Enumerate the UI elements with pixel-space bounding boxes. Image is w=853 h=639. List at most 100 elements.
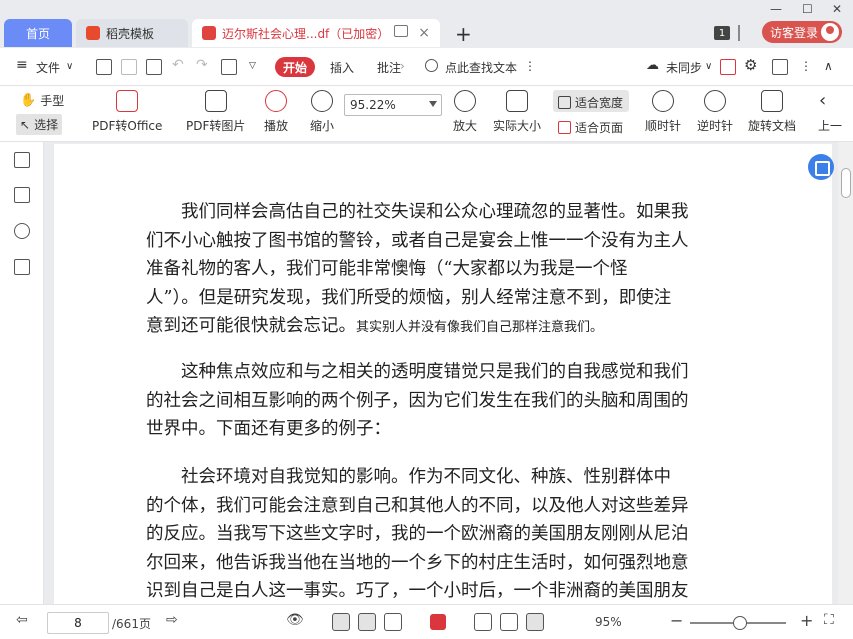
play-icon bbox=[265, 90, 287, 112]
thumbnail-icon[interactable] bbox=[14, 187, 30, 203]
zoom-in-label: 放大 bbox=[453, 119, 478, 133]
text-segment: 意到还可能很快就会忘记。 bbox=[146, 316, 356, 336]
text-line: 尔回来，他告诉我当他在当地的一个乡下的村庄生活时，如何强烈地意 bbox=[146, 552, 689, 573]
pdf-convert-icon[interactable] bbox=[14, 259, 30, 275]
window-count-badge[interactable]: 1 bbox=[714, 26, 730, 40]
tab-document[interactable]: 迈尔斯社会心理...df（已加密） × bbox=[192, 19, 440, 47]
rotate-clockwise-label: 顺时针 bbox=[645, 119, 682, 133]
ribbon-scroll-right-icon[interactable]: › bbox=[400, 59, 405, 73]
more-vertical-icon[interactable]: ⋮ bbox=[524, 59, 536, 73]
tab-daoke-templates[interactable]: 稻壳模板 bbox=[76, 19, 188, 47]
status-bar: ⇦ 8 /661页 ⇨ 👁 95% − + ⛶ bbox=[0, 604, 853, 639]
annotation-icon[interactable] bbox=[14, 223, 30, 239]
tab-annotate[interactable]: 批注 bbox=[377, 59, 401, 76]
print-icon[interactable] bbox=[146, 59, 162, 75]
zoom-out-icon bbox=[311, 90, 333, 112]
guest-login-button[interactable]: 访客登录 bbox=[762, 21, 842, 43]
floating-convert-button[interactable] bbox=[808, 154, 834, 180]
hand-tool[interactable]: ✋ 手型 bbox=[20, 92, 64, 109]
tab-insert[interactable]: 插入 bbox=[330, 59, 354, 76]
share-icon[interactable] bbox=[720, 59, 736, 75]
hand-icon: ✋ bbox=[20, 93, 37, 108]
collapse-ribbon-icon[interactable]: ∧ bbox=[824, 59, 833, 73]
close-tab-icon[interactable]: × bbox=[418, 25, 430, 41]
slideshow-play-icon[interactable] bbox=[430, 614, 446, 630]
zoom-out-minus-icon[interactable]: − bbox=[670, 611, 683, 630]
more-dropdown-icon[interactable]: ▽ bbox=[249, 61, 256, 71]
text-line: 这种焦点效应和与之相关的透明度错觉只是我们的自我感觉和我们 bbox=[146, 362, 689, 382]
skin-icon[interactable] bbox=[772, 59, 788, 75]
cloud-sync-icon[interactable]: ☁ bbox=[646, 58, 659, 73]
zoom-select[interactable]: 95.22% bbox=[344, 94, 442, 116]
pdf-file-icon bbox=[202, 26, 216, 40]
pdf-to-office-label: PDF转Office bbox=[92, 119, 163, 133]
two-page-view-icon[interactable] bbox=[384, 613, 402, 631]
text-line: 识到自己是白人这一事实。巧了，一个小时后，一个非洲裔的美国朋友 bbox=[146, 581, 689, 601]
more-horizontal-icon[interactable]: ⋮ bbox=[800, 59, 812, 73]
vertical-scrollbar[interactable] bbox=[838, 142, 853, 604]
text-line: 们不小心触按了图书馆的警铃，或者自己是宴会上惟一一个没有为主人 bbox=[146, 230, 689, 251]
rotate-document-button[interactable]: 旋转文档 bbox=[748, 90, 796, 134]
window-mode-icon[interactable] bbox=[394, 25, 408, 37]
fullscreen-icon[interactable]: ⛶ bbox=[824, 612, 834, 628]
play-label: 播放 bbox=[264, 119, 289, 133]
fit-page-status-icon[interactable] bbox=[500, 613, 518, 631]
undo-icon[interactable]: ↶ bbox=[172, 57, 184, 73]
tab-bar: 首页 稻壳模板 迈尔斯社会心理...df（已加密） × + 1 — ☐ ✕ 访客… bbox=[0, 0, 853, 48]
next-page-arrow-icon[interactable]: ⇨ bbox=[166, 612, 178, 628]
chevron-left-icon: ‹ bbox=[819, 90, 827, 111]
actual-size-status-icon[interactable] bbox=[474, 613, 492, 631]
zoom-in-button[interactable]: 放大 bbox=[453, 90, 477, 134]
sync-dropdown-icon[interactable]: ∨ bbox=[705, 61, 712, 72]
zoom-percentage[interactable]: 95% bbox=[595, 615, 622, 629]
rotate-clockwise-button[interactable]: 顺时针 bbox=[645, 90, 681, 134]
bookmark-list-icon[interactable] bbox=[14, 152, 30, 168]
rotate-counterclockwise-icon bbox=[704, 90, 726, 112]
tab-start[interactable]: 开始 bbox=[275, 57, 315, 77]
continuous-view-icon[interactable] bbox=[358, 613, 376, 631]
page-number-input[interactable]: 8 bbox=[47, 612, 109, 634]
file-menu-arrow-icon[interactable]: ∨ bbox=[66, 61, 73, 72]
new-tab-button[interactable]: + bbox=[455, 22, 472, 46]
redo-icon[interactable]: ↷ bbox=[196, 57, 208, 73]
zoom-in-icon bbox=[454, 90, 476, 112]
zoom-in-plus-icon[interactable]: + bbox=[800, 611, 813, 630]
pdf-to-image-label: PDF转图片 bbox=[186, 119, 246, 133]
pdf-to-image-button[interactable]: PDF转图片 bbox=[186, 90, 245, 134]
maximize-icon[interactable]: ☐ bbox=[802, 2, 813, 16]
pdf-to-office-button[interactable]: PDF转Office bbox=[92, 90, 162, 134]
search-box[interactable]: 点此查找文本 bbox=[445, 59, 517, 76]
fit-width-button[interactable]: 适合宽度 bbox=[558, 94, 623, 111]
eye-protection-icon[interactable]: 👁 bbox=[286, 612, 304, 628]
zoom-select-value: 95.22% bbox=[350, 98, 396, 112]
tab-home[interactable]: 首页 bbox=[4, 19, 72, 47]
minimize-icon[interactable]: — bbox=[770, 2, 782, 16]
rotate-document-label: 旋转文档 bbox=[748, 119, 797, 133]
fit-width-status-icon[interactable] bbox=[526, 613, 544, 631]
text-line: 的社会之间相互影响的两个例子，因为它们发生在我们的头脑和周围的 bbox=[146, 390, 689, 411]
small-text-note: 其实别人并没有像我们自己那样注意我们。 bbox=[356, 320, 604, 335]
play-button[interactable]: 播放 bbox=[264, 90, 288, 134]
actual-size-icon bbox=[506, 90, 528, 112]
sidebar-toggle-icon[interactable] bbox=[738, 25, 740, 41]
search-icon[interactable] bbox=[425, 59, 438, 72]
rotate-counterclockwise-button[interactable]: 逆时针 bbox=[697, 90, 733, 134]
sync-status[interactable]: 未同步 bbox=[666, 59, 702, 76]
zoom-out-button[interactable]: 缩小 bbox=[310, 90, 334, 134]
file-menu[interactable]: 文件 bbox=[36, 59, 60, 76]
zoom-slider-knob[interactable] bbox=[733, 616, 747, 630]
scrollbar-thumb[interactable] bbox=[841, 168, 851, 198]
save-icon[interactable] bbox=[121, 59, 137, 75]
previous-page-arrow-icon[interactable]: ⇦ bbox=[16, 612, 28, 628]
previous-page-button[interactable]: ‹ 上一 bbox=[818, 90, 842, 134]
fit-page-button[interactable]: 适合页面 bbox=[558, 119, 623, 136]
close-window-icon[interactable]: ✕ bbox=[832, 2, 842, 16]
open-folder-icon[interactable] bbox=[96, 59, 112, 75]
hamburger-icon[interactable]: ≡ bbox=[16, 57, 28, 73]
actual-size-button[interactable]: 实际大小 bbox=[493, 90, 541, 134]
select-tool[interactable]: ↖ 选择 bbox=[16, 114, 63, 135]
settings-gear-icon[interactable]: ⚙ bbox=[744, 56, 757, 74]
single-page-view-icon[interactable] bbox=[332, 613, 350, 631]
text-line: 准备礼物的客人，我们可能非常懊悔（“大家都以为我是一个怪 bbox=[146, 259, 628, 279]
export-icon[interactable] bbox=[221, 59, 237, 75]
